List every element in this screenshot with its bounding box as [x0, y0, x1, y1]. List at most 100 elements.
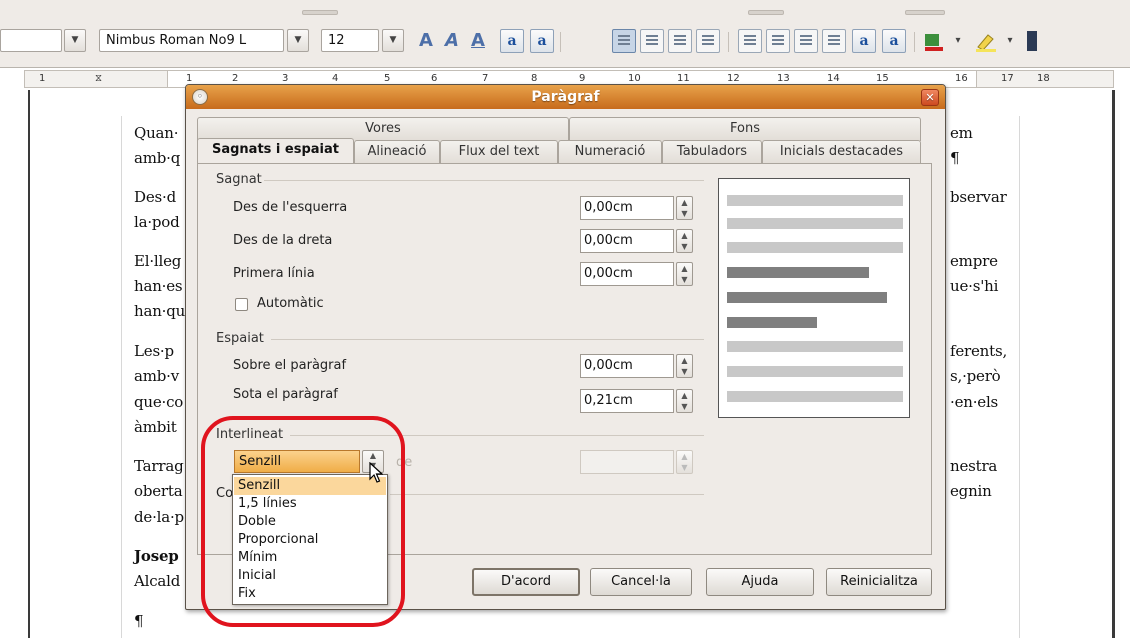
document-text[interactable]: han·es: [134, 277, 183, 295]
option-doble[interactable]: Doble: [234, 513, 386, 531]
document-text[interactable]: El·lleg: [134, 252, 181, 270]
line-spacing-value-input[interactable]: [580, 450, 674, 474]
font-name-combo[interactable]: Nimbus Roman No9 L: [99, 29, 284, 52]
space-below-spinner[interactable]: 0,21cm ▲ ▼: [580, 389, 698, 413]
increase-indent-icon[interactable]: [822, 29, 846, 53]
underline-icon[interactable]: A: [466, 29, 490, 53]
close-icon[interactable]: ✕: [921, 89, 939, 106]
option-fix[interactable]: Fix: [234, 585, 386, 603]
automatic-checkbox[interactable]: [235, 298, 248, 311]
bullet-list-icon[interactable]: [766, 29, 790, 53]
font-color-icon[interactable]: [922, 29, 946, 53]
decrease-indent-icon[interactable]: [794, 29, 818, 53]
indent-left-input[interactable]: 0,00cm: [580, 196, 674, 220]
document-text[interactable]: bservar: [950, 188, 1007, 206]
document-text[interactable]: ·en·els: [950, 393, 998, 411]
chevron-down-icon[interactable]: ▼: [287, 29, 309, 52]
document-text[interactable]: que·co: [134, 393, 183, 411]
document-text[interactable]: empre: [950, 252, 998, 270]
line-spacing-select[interactable]: Senzill: [234, 450, 360, 473]
spin-arrows-icon[interactable]: ▲▼: [676, 229, 693, 253]
numbered-list-icon[interactable]: [738, 29, 762, 53]
document-text[interactable]: Des·d: [134, 188, 176, 206]
ruler-mark: 3: [282, 73, 289, 84]
tab-flux-text[interactable]: Flux del text: [440, 140, 558, 164]
space-above-spinner[interactable]: 0,00cm ▲ ▼: [580, 354, 698, 378]
chevron-down-icon[interactable]: ▼: [64, 29, 86, 52]
align-center-icon[interactable]: [640, 29, 664, 53]
document-text[interactable]: han·qu: [134, 302, 185, 320]
align-left-icon[interactable]: [612, 29, 636, 53]
spin-arrows-icon[interactable]: ▲▼: [676, 196, 693, 220]
indent-right-input[interactable]: 0,00cm: [580, 229, 674, 253]
document-text[interactable]: Josep: [134, 547, 179, 565]
label-automatic[interactable]: Automàtic: [257, 296, 324, 311]
document-text[interactable]: nestra: [950, 457, 997, 475]
spin-arrows-icon[interactable]: ▲▼: [676, 450, 693, 474]
tab-inicials-destacades[interactable]: Inicials destacades: [762, 140, 921, 164]
ruler-mark: 14: [827, 73, 840, 84]
reset-button[interactable]: Reinicialitza: [826, 568, 932, 596]
window-menu-icon[interactable]: ◦: [192, 89, 208, 105]
first-line-input[interactable]: 0,00cm: [580, 262, 674, 286]
option-inicial[interactable]: Inicial: [234, 567, 386, 585]
space-above-input[interactable]: 0,00cm: [580, 354, 674, 378]
subscript-icon[interactable]: a: [530, 29, 554, 53]
indent-marker-icon[interactable]: ⧖: [95, 73, 102, 84]
italic-icon[interactable]: A: [440, 29, 464, 53]
option-senzill[interactable]: Senzill: [234, 477, 386, 495]
document-text[interactable]: s,·però: [950, 367, 1001, 385]
tab-fons[interactable]: Fons: [569, 117, 921, 141]
document-text[interactable]: la·pod: [134, 213, 180, 231]
option-proporcional[interactable]: Proporcional: [234, 531, 386, 549]
indent-right-spinner[interactable]: 0,00cm ▲ ▼: [580, 229, 698, 253]
indent-left-spinner[interactable]: 0,00cm ▲ ▼: [580, 196, 698, 220]
justify-icon[interactable]: [696, 29, 720, 53]
grow-font-icon[interactable]: a: [852, 29, 876, 53]
shrink-font-icon[interactable]: a: [882, 29, 906, 53]
document-text[interactable]: ue·s'hi: [950, 277, 998, 295]
document-text[interactable]: Alcald: [134, 572, 180, 590]
tab-tabuladors[interactable]: Tabuladors: [662, 140, 762, 164]
document-text[interactable]: de·la·p: [134, 508, 184, 526]
tab-alineacio[interactable]: Alineació: [354, 140, 440, 164]
label-de: de: [396, 455, 413, 470]
tab-sagnats-espaiat[interactable]: Sagnats i espaiat: [197, 138, 354, 164]
help-button[interactable]: Ajuda: [706, 568, 814, 596]
font-size-combo[interactable]: 12: [321, 29, 379, 52]
chevron-down-icon[interactable]: ▾: [946, 29, 970, 53]
dialog-title-bar[interactable]: ◦ Paràgraf ✕: [186, 85, 945, 109]
space-below-input[interactable]: 0,21cm: [580, 389, 674, 413]
chevron-down-icon[interactable]: ▾: [998, 29, 1022, 53]
align-right-icon[interactable]: [668, 29, 692, 53]
document-text[interactable]: amb·q: [134, 149, 180, 167]
tab-numeracio[interactable]: Numeració: [558, 140, 662, 164]
document-text[interactable]: Tarrag: [134, 457, 184, 475]
paragraph-style-combo[interactable]: [0, 29, 62, 52]
highlight-icon[interactable]: [974, 29, 998, 53]
document-text[interactable]: amb·v: [134, 367, 179, 385]
document-text[interactable]: Quan·: [134, 124, 179, 142]
document-text[interactable]: ferents,: [950, 342, 1007, 360]
group-divider: [264, 180, 704, 181]
document-text[interactable]: àmbit: [134, 418, 177, 436]
document-text[interactable]: em: [950, 124, 973, 142]
ok-button[interactable]: D'acord: [472, 568, 580, 596]
superscript-icon[interactable]: a: [500, 29, 524, 53]
chevron-down-icon[interactable]: ▼: [382, 29, 404, 52]
spin-arrows-icon[interactable]: ▲▼: [676, 389, 693, 413]
spin-arrows-icon[interactable]: ▲▼: [676, 354, 693, 378]
first-line-spinner[interactable]: 0,00cm ▲ ▼: [580, 262, 698, 286]
preview-line-active: [727, 267, 869, 278]
spin-arrows-icon[interactable]: ▲▼: [676, 262, 693, 286]
line-spacing-value-spinner[interactable]: ▲ ▼: [580, 450, 698, 474]
document-text[interactable]: egnin: [950, 482, 992, 500]
option-1-5-linies[interactable]: 1,5 línies: [234, 495, 386, 513]
cancel-button[interactable]: Cancel·la: [590, 568, 692, 596]
option-minim[interactable]: Mínim: [234, 549, 386, 567]
bold-icon[interactable]: A: [414, 29, 438, 53]
preview-line: [727, 366, 903, 377]
background-color-icon[interactable]: [1020, 29, 1044, 53]
document-text[interactable]: oberta: [134, 482, 183, 500]
document-text[interactable]: Les·p: [134, 342, 174, 360]
